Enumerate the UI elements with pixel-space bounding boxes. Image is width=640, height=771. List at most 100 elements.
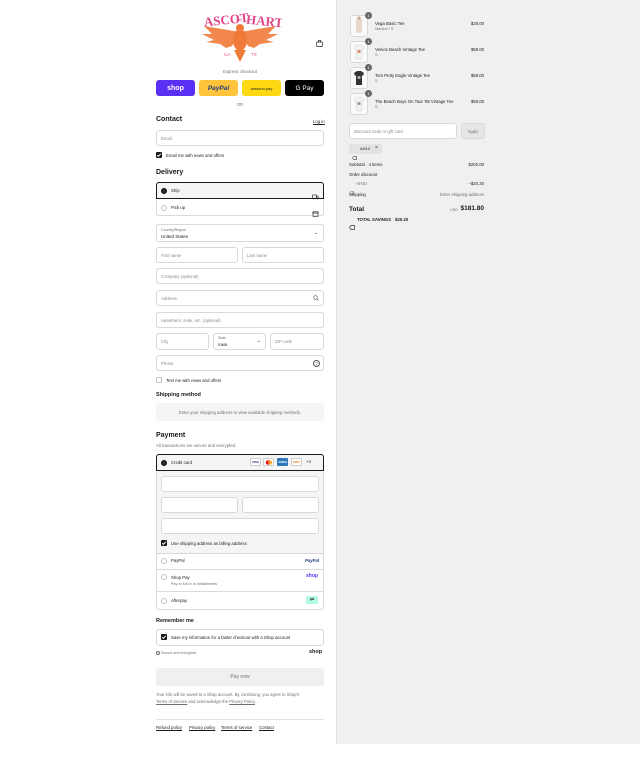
store-icon <box>312 204 319 217</box>
total-savings-label: TOTAL SAVINGS <box>357 217 392 222</box>
amazon-pay-button-label: amazon pay <box>250 85 273 91</box>
pickup-radio[interactable] <box>161 205 167 211</box>
address-placeholder: Address <box>161 295 177 301</box>
save-info-checkbox[interactable] <box>161 634 167 640</box>
terms-link[interactable]: Terms of Service <box>156 699 187 704</box>
product-thumbnail <box>350 67 368 89</box>
product-price: $58.00 <box>470 99 484 104</box>
brand-name-amp: and <box>236 17 242 22</box>
billing-same-label: Use shipping address as billing address <box>171 541 247 546</box>
paypal-radio[interactable] <box>161 558 167 564</box>
savings-tag-icon <box>349 217 355 230</box>
help-icon[interactable]: ? <box>313 359 320 367</box>
city-input[interactable]: City <box>156 333 209 350</box>
privacy-policy-link[interactable]: Privacy policy <box>189 725 215 730</box>
product-thumbnail <box>350 15 368 37</box>
afterpay-logo-icon: ⇄ <box>306 596 318 604</box>
afterpay-radio[interactable] <box>161 598 167 604</box>
quantity-badge: 1 <box>365 90 372 97</box>
chevron-down-icon: ⌄ <box>313 230 318 236</box>
legal-text: Your info will be saved to a Shop accoun… <box>156 691 324 705</box>
ship-option[interactable] <box>156 182 324 199</box>
payment-subtitle: All transactions are secure and encrypte… <box>156 443 237 448</box>
shop-pay-logo: shop <box>306 573 318 579</box>
total-value: $181.80 <box>460 205 485 212</box>
paypal-button-label: PayPal <box>207 84 230 92</box>
text-news-checkbox[interactable] <box>156 377 162 383</box>
google-pay-button[interactable]: G Pay <box>285 80 324 96</box>
product-thumbnail <box>350 93 368 115</box>
shop-pay-option[interactable] <box>156 569 324 591</box>
discover-icon: DISC <box>291 458 302 466</box>
pay-now-label: Pay now <box>230 674 250 680</box>
amazon-pay-button[interactable]: amazon pay <box>242 80 281 96</box>
afterpay-label: Afterpay <box>171 598 188 603</box>
discount-code-tag-icon <box>349 182 354 195</box>
save-info-label: Save my information for a faster checkou… <box>171 635 291 640</box>
apply-button[interactable]: Apply <box>461 123 485 139</box>
zip-input[interactable]: ZIP code <box>270 333 324 350</box>
amex-icon-label: AMEX <box>278 460 287 464</box>
last-name-input[interactable]: Last name <box>242 247 324 263</box>
subtotal-value: $202.00 <box>468 162 484 167</box>
pickup-label: Pick up <box>171 205 186 210</box>
brand-logo[interactable]: ASCOT and HART CA TX <box>198 10 284 66</box>
legal-text-1: Your info will be saved to a Shop accoun… <box>156 692 300 697</box>
state-value: Iowa <box>218 342 228 347</box>
checkout-main-column: ASCOT and HART CA TX Express checkout sh… <box>0 0 336 771</box>
paypal-logo: PayPal <box>305 558 320 563</box>
apply-label: Apply <box>467 128 479 134</box>
first-name-input[interactable]: First name <box>156 247 238 263</box>
name-on-card-input[interactable] <box>161 518 319 534</box>
shipping-method-heading: Shipping method <box>156 392 201 398</box>
address-input[interactable]: Address <box>156 290 324 306</box>
privacy-link[interactable]: Privacy Policy <box>229 699 255 704</box>
contact-link[interactable]: Contact <box>259 725 274 730</box>
last-name-placeholder: Last name <box>247 252 268 258</box>
discount-code-input[interactable]: Discount code or gift card <box>349 123 457 139</box>
shop-pay-radio[interactable] <box>161 574 167 580</box>
expiration-input[interactable] <box>161 497 238 513</box>
country-value: United States <box>161 234 189 239</box>
product-price: $28.00 <box>470 21 484 26</box>
ship-radio[interactable] <box>161 188 167 194</box>
remove-discount-icon[interactable]: × <box>375 145 378 151</box>
shop-pay-button[interactable]: shop <box>156 80 195 96</box>
phone-input[interactable]: Phone ? <box>156 355 324 371</box>
email-input[interactable]: Email <box>156 130 324 146</box>
terms-of-service-link[interactable]: Terms of service <box>221 725 252 730</box>
country-select[interactable]: Country/Region United States ⌄ <box>156 224 324 242</box>
refund-policy-link[interactable]: Refund policy <box>156 725 182 730</box>
card-number-input[interactable] <box>161 476 319 492</box>
cart-bag-icon[interactable] <box>316 34 323 47</box>
product-variant: S <box>375 79 378 83</box>
email-news-label: Email me with news and offers <box>166 153 225 158</box>
brand-badge-right: TX <box>251 52 257 57</box>
lock-icon <box>156 651 160 655</box>
zip-placeholder: ZIP code <box>275 339 293 344</box>
email-news-checkbox[interactable] <box>156 152 162 158</box>
product-name: The Beach Boys On Tour '85 Vintage Tee <box>375 99 454 104</box>
visa-icon-label: VISA <box>251 460 259 464</box>
order-discount-value: −$20.20 <box>468 181 484 186</box>
billing-same-checkbox[interactable] <box>161 540 167 546</box>
product-thumbnail <box>350 41 368 63</box>
apartment-input[interactable]: Apartment, suite, etc. (optional) <box>156 312 324 328</box>
login-link[interactable]: Log in <box>313 119 325 124</box>
pay-now-button[interactable]: Pay now <box>156 668 324 686</box>
mastercard-icon <box>263 458 274 466</box>
legal-period: . <box>254 699 257 704</box>
tag-icon <box>352 147 357 160</box>
quantity-badge: 1 <box>365 12 372 19</box>
company-placeholder: Company (optional) <box>161 273 199 279</box>
product-name: Vega Basic Tee <box>375 21 405 26</box>
shop-pay-sublabel: Pay in full or in installments <box>171 582 218 586</box>
company-input[interactable]: Company (optional) <box>156 268 324 284</box>
more-cards-badge: +4 <box>306 459 311 464</box>
credit-card-radio[interactable] <box>161 460 167 466</box>
paypal-button[interactable]: PayPal <box>199 80 238 96</box>
quantity-badge: 1 <box>365 64 372 71</box>
security-code-input[interactable] <box>242 497 319 513</box>
quantity-badge: 1 <box>365 38 372 45</box>
state-select[interactable]: State Iowa ⌄ <box>213 333 266 350</box>
